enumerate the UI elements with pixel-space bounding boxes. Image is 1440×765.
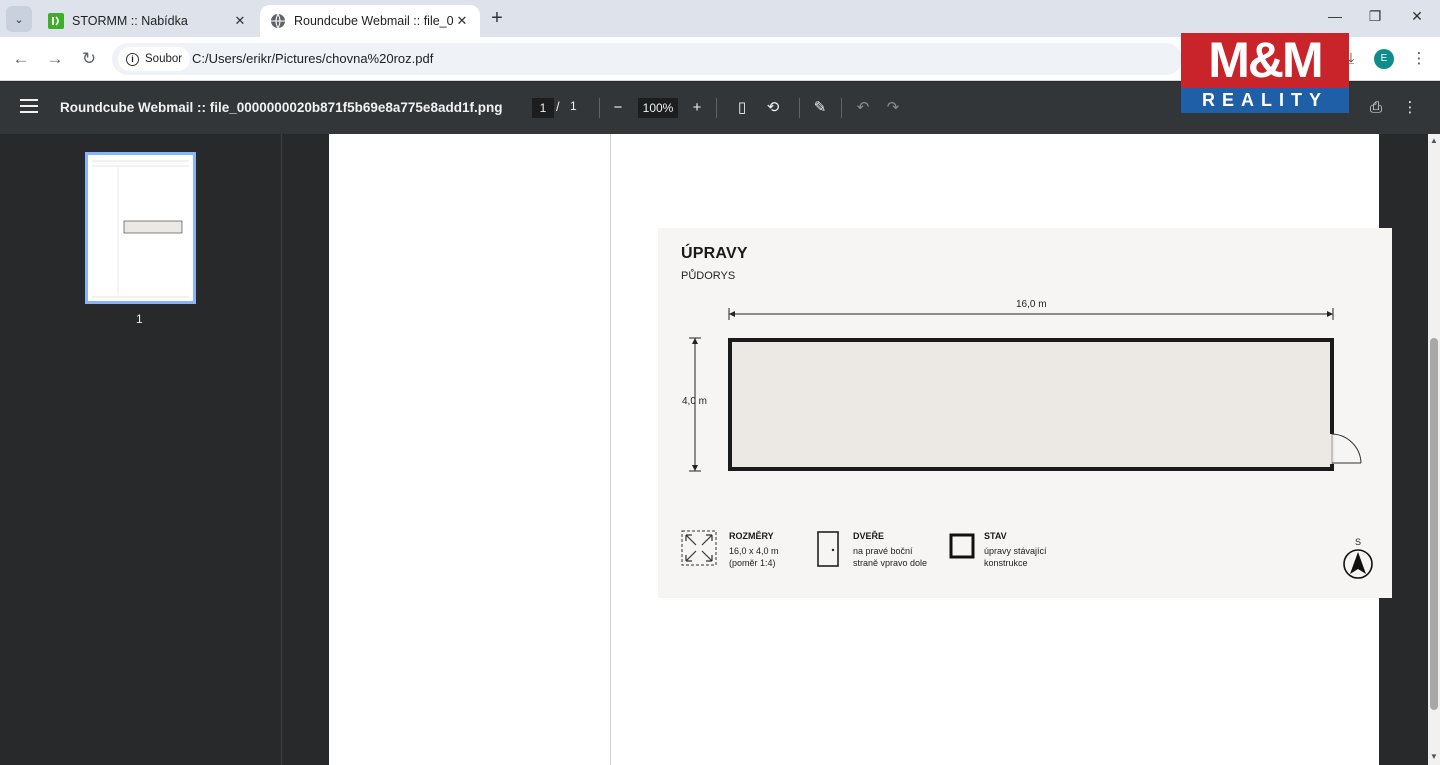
close-icon[interactable]: ✕ [454,13,470,29]
more-menu-icon[interactable]: ⋮ [1408,48,1430,70]
compass-icon [1343,549,1373,579]
restore-button[interactable]: ❐ [1360,8,1390,25]
thumbnail-page-number: 1 [136,312,143,326]
page-number-input[interactable]: 1 [532,98,554,118]
globe-icon [271,13,285,29]
thumbnail-preview [88,155,193,301]
legend-state-line2: konstrukce [984,558,1028,568]
legend-door-line2: straně vpravo dole [853,558,928,568]
tab-search-button[interactable]: ⌄ [6,6,32,32]
zoom-out-icon[interactable]: − [608,97,628,119]
floorplan-card: ÚPRAVY PŮDORYS 16,0 m 4,0 m ROZMĚRY 16,0… [658,228,1392,598]
scrollbar-thumb[interactable] [1430,338,1438,710]
tab-title: Roundcube Webmail :: file_0000 [294,14,454,28]
tab-stormm[interactable]: STORMM :: Nabídka ✕ [38,5,258,37]
site-info-chip[interactable]: i Soubor [118,47,191,71]
minimize-button[interactable]: — [1320,8,1350,24]
redo-icon[interactable]: ↷ [883,97,903,119]
omnibox[interactable]: i Soubor C:/Users/erikr/Pictures/chovna%… [112,43,1182,75]
page-thumbnail[interactable] [85,152,196,304]
legend-door-title: DVEŘE [853,531,885,541]
info-icon: i [126,52,139,66]
tab-roundcube[interactable]: Roundcube Webmail :: file_0000 ✕ [260,5,480,37]
floorplan-drawing [681,308,1373,579]
chevron-down-icon: ⌄ [14,13,24,26]
legend-dimensions-title: ROZMĚRY [729,531,774,541]
height-dimension-label: 4,0 m [682,396,708,407]
thumbnail-sidebar: 1 [0,134,282,765]
zoom-in-icon[interactable]: + [687,97,707,119]
document-title: Roundcube Webmail :: file_0000000020b871… [60,100,503,115]
divider [799,98,800,118]
annotate-icon[interactable]: ✎ [810,97,830,119]
print-icon[interactable]: ⎙ [1366,97,1386,119]
menu-icon[interactable] [20,99,38,117]
window-close-button[interactable]: ✕ [1402,8,1432,25]
divider [716,98,717,118]
compass-label: S [1355,537,1362,547]
forward-icon[interactable]: → [44,48,66,70]
page-divider [610,134,611,765]
expand-arrows-icon [681,530,717,566]
legend-dimensions-line2: (poměr 1:4) [729,558,776,568]
reload-icon[interactable]: ↻ [78,48,100,70]
divider [841,98,842,118]
stormm-favicon [48,13,64,29]
scroll-down-icon[interactable]: ▼ [1429,752,1439,761]
page-separator: / [556,99,560,114]
more-options-icon[interactable]: ⋮ [1400,97,1420,119]
logo-top-text: M&M [1208,33,1323,88]
rotate-icon[interactable]: ⟲ [763,97,783,119]
divider [599,98,600,118]
mm-reality-logo: M&M REALITY [1181,33,1349,113]
pdf-viewer: ÚPRAVY PŮDORYS 16,0 m 4,0 m ROZMĚRY 16,0… [283,134,1428,765]
zoom-input[interactable]: 100% [638,98,678,118]
close-icon[interactable]: ✕ [232,13,248,29]
legend-door-line1: na pravé boční [853,546,913,556]
avatar[interactable]: E [1374,49,1394,69]
legend-state-title: STAV [984,531,1007,541]
vertical-scrollbar[interactable]: ▲ ▼ [1428,134,1440,765]
page-total: 1 [570,99,577,113]
legend-state-line1: úpravy stávající [984,546,1047,556]
new-tab-button[interactable]: + [486,8,508,30]
door-icon [817,531,839,567]
square-outline-icon [949,533,975,559]
fit-page-icon[interactable]: ▯ [732,97,752,119]
tab-title: STORMM :: Nabídka [72,14,188,28]
site-chip-label: Soubor [145,53,183,65]
scroll-up-icon[interactable]: ▲ [1429,136,1439,145]
url-text[interactable]: C:/Users/erikr/Pictures/chovna%20roz.pdf [192,51,433,66]
tab-strip: ⌄ STORMM :: Nabídka ✕ Roundcube Webmail … [0,0,1440,37]
logo-bottom-text: REALITY [1181,88,1349,113]
undo-icon[interactable]: ↶ [853,97,873,119]
legend-dimensions-line1: 16,0 x 4,0 m [729,546,779,556]
back-icon[interactable]: ← [10,48,32,70]
width-dimension-label: 16,0 m [1016,299,1047,310]
pdf-page: ÚPRAVY PŮDORYS 16,0 m 4,0 m ROZMĚRY 16,0… [329,134,1392,765]
